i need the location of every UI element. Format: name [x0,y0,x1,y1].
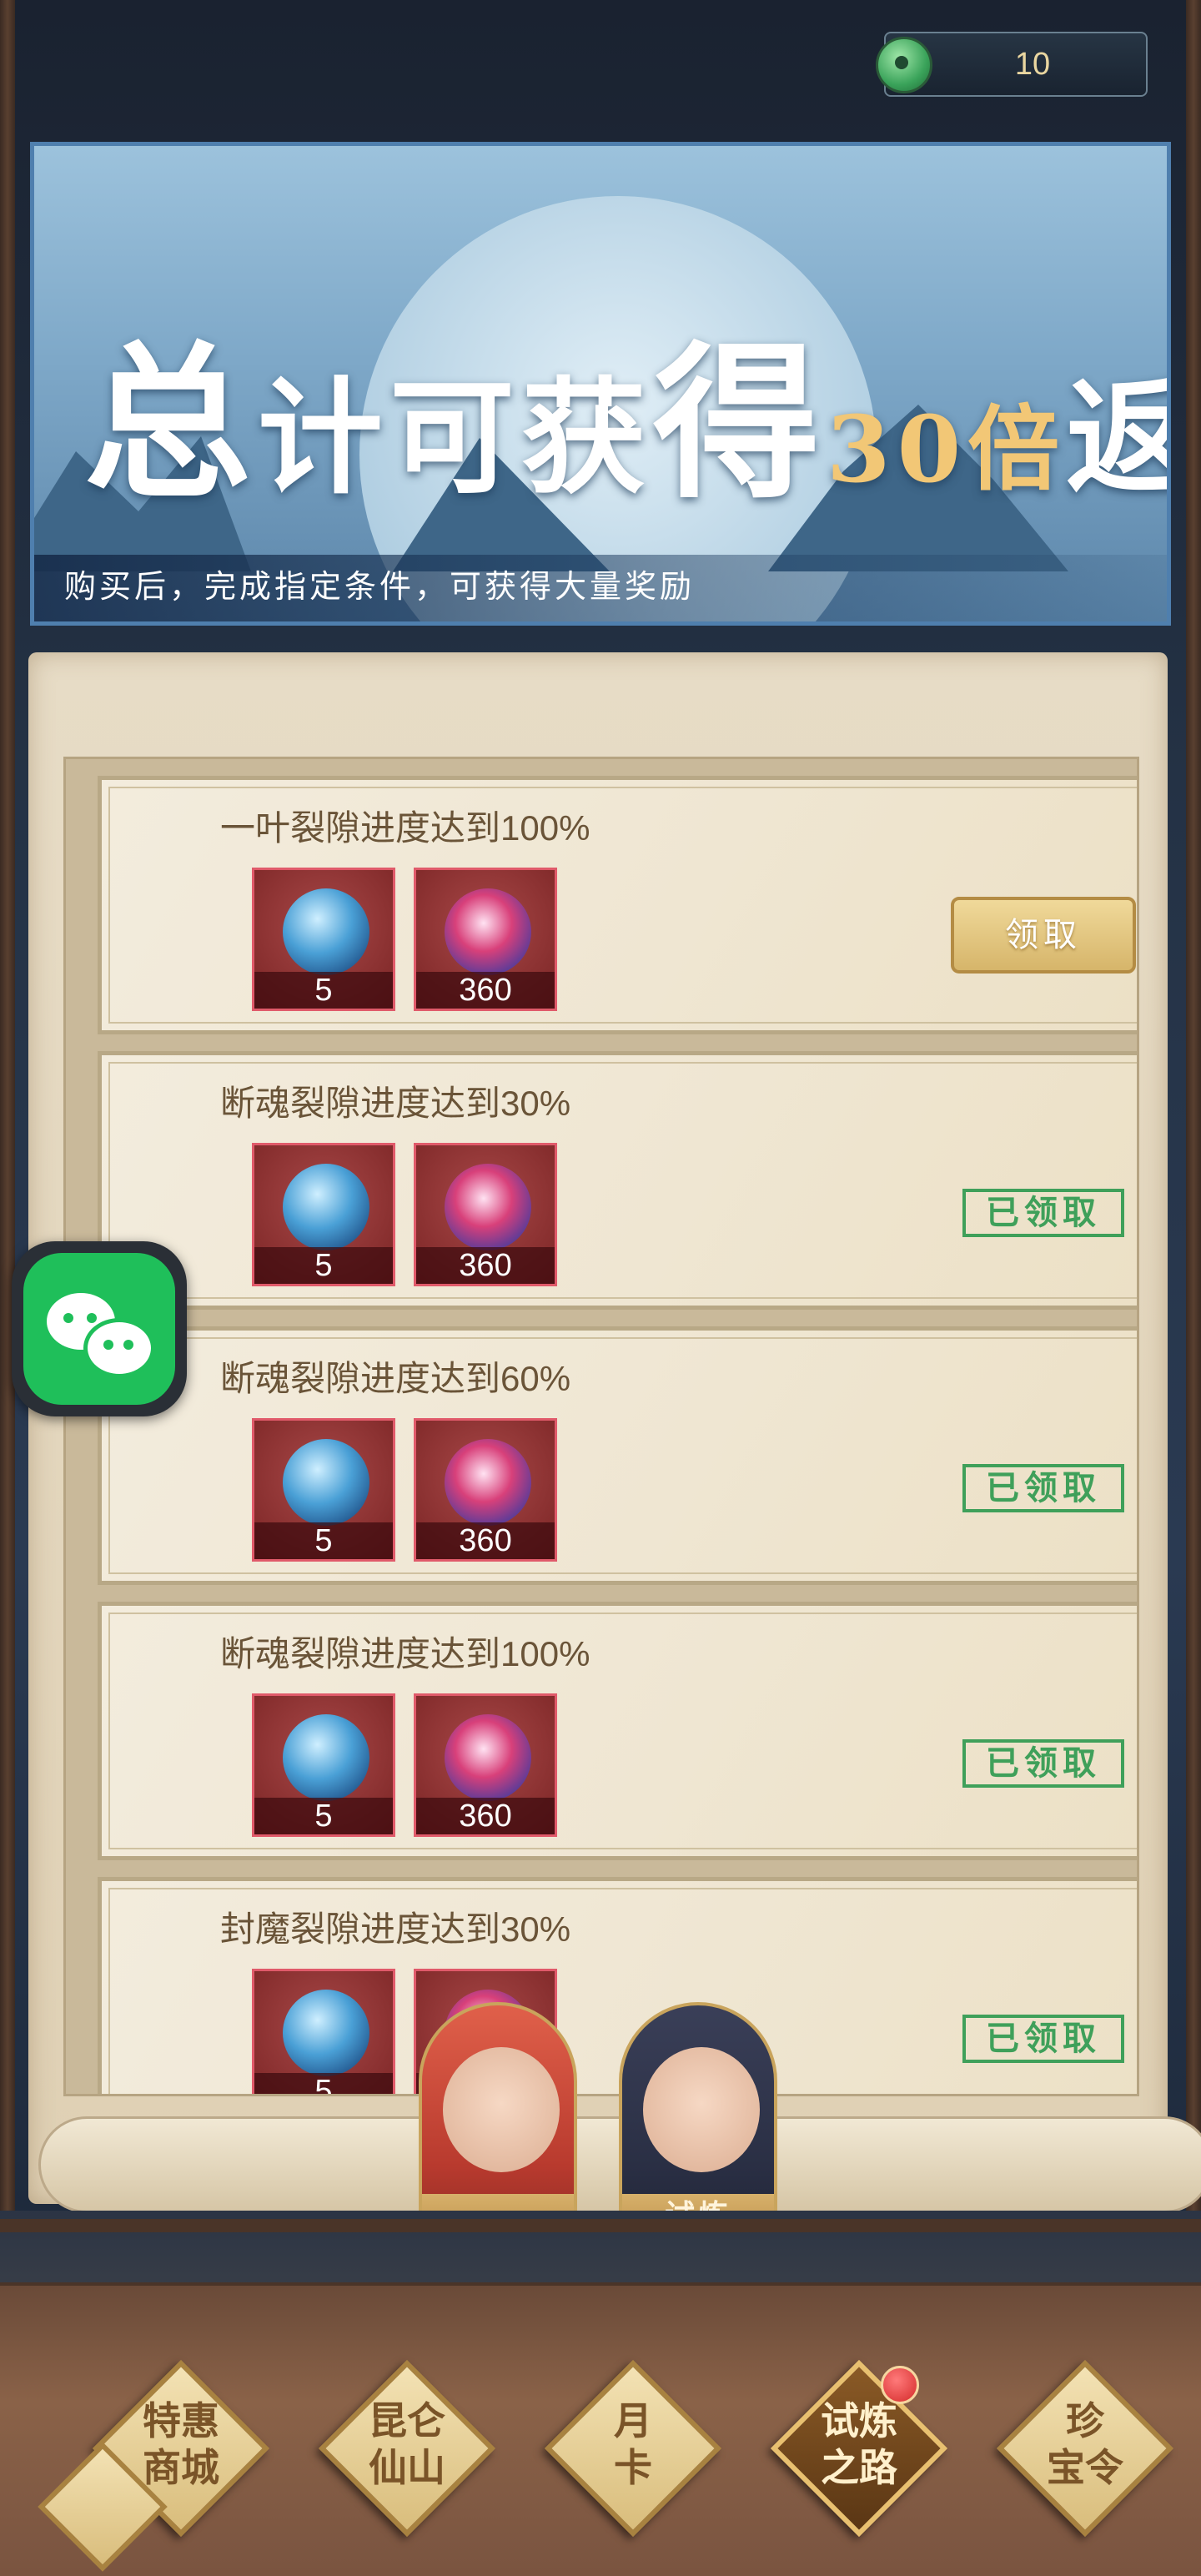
purple-orb-icon [445,1164,531,1250]
task-scroll-panel: 一叶裂隙进度达到100% 5 360 领取 断魂裂隙进度达到30% 5 360 … [28,652,1201,2213]
reward-qty: 360 [416,972,555,1009]
nav-label: 试炼 之路 [776,2397,942,2491]
nav-label-line: 仙山 [369,2445,445,2490]
blue-potion-icon [283,1164,369,1250]
blue-potion-icon [283,1439,369,1526]
banner-subtitle: 购买后，完成指定条件，可获得大量奖励 [64,568,696,605]
nav-label-line: 之路 [821,2445,897,2490]
blue-potion-icon [283,888,369,975]
task-title: 断魂裂隙进度达到100% [220,1634,590,1673]
nav-label-line: 商城 [143,2445,219,2490]
wechat-eye [87,1313,97,1323]
wechat-eye [123,1340,133,1350]
blue-potion-icon [283,1990,369,2076]
nav-label: 月卡 [550,2397,716,2491]
reward-qty: 5 [254,1798,393,1834]
nav-label-line: 昆仑 [369,2398,445,2443]
wechat-eye [103,1340,113,1350]
task-card: 一叶裂隙进度达到100% 5 360 领取 [98,776,1137,1034]
wechat-eye [63,1313,73,1323]
blue-potion-icon [283,1714,369,1801]
claim-button[interactable]: 领取 [951,897,1136,974]
banner-title-part: 30倍 [827,395,1067,503]
reward-item[interactable]: 5 [252,1693,395,1837]
reward-item[interactable]: 5 [252,868,395,1011]
reward-item[interactable]: 360 [414,868,557,1011]
reward-item[interactable]: 5 [252,1969,395,2094]
task-list[interactable]: 一叶裂隙进度达到100% 5 360 领取 断魂裂隙进度达到30% 5 360 … [63,757,1139,2096]
banner-title-part: 返利 [1066,365,1167,511]
task-card: 断魂裂隙进度达到100% 5 360 已领取 [98,1602,1137,1860]
nav-label: 昆仑 仙山 [324,2397,490,2491]
task-title: 断魂裂隙进度达到30% [220,1084,571,1123]
claimed-stamp: 已领取 [962,1739,1124,1788]
reward-qty: 5 [254,972,393,1009]
currency-value: 10 [1014,47,1051,82]
wechat-float-button[interactable] [12,1241,187,1416]
wechat-icon [23,1253,175,1405]
purple-orb-icon [445,888,531,975]
nav-label-line: 特惠 [143,2398,219,2443]
hero-portrait [443,2047,560,2172]
nav-label-line: 宝令 [1047,2445,1123,2490]
nav-label-line: 珍 [1066,2398,1104,2443]
claimed-stamp: 已领取 [962,1189,1124,1237]
task-card: 断魂裂隙进度达到60% 5 360 已领取 [98,1326,1137,1585]
task-card: 封魔裂隙进度达到30% 5 360 已领取 [98,1877,1137,2094]
task-title: 断魂裂隙进度达到60% [220,1359,571,1398]
reward-qty: 360 [416,1798,555,1834]
banner-title-part: 总 [84,325,259,521]
reward-item[interactable]: 5 [252,1143,395,1286]
claimed-stamp: 已领取 [962,1464,1124,1512]
task-title: 封魔裂隙进度达到30% [220,1909,571,1949]
task-title: 一叶裂隙进度达到100% [220,808,590,848]
frame-post-right [1186,0,1201,2252]
reward-item[interactable]: 360 [414,1693,557,1837]
task-card: 断魂裂隙进度达到30% 5 360 已领取 [98,1051,1137,1310]
reward-qty: 5 [254,2073,393,2094]
nav-label-line: 卡 [614,2445,652,2490]
reward-item[interactable]: 360 [414,1143,557,1286]
hero-portrait [643,2047,760,2172]
banner-title-part: 计可获 [258,365,654,511]
purple-orb-icon [445,1714,531,1801]
nav-label-line: 月 [614,2398,652,2443]
banner-title-part: 得 [653,325,827,521]
nav-label-line: 试炼 [821,2398,897,2443]
frame-post-left [0,0,15,2252]
nav-label: 珍宝令 [1002,2397,1168,2491]
reward-qty: 360 [416,1522,555,1559]
reward-item[interactable]: 360 [414,1418,557,1562]
purple-orb-icon [445,1439,531,1526]
reward-qty: 360 [416,1247,555,1284]
reward-qty: 5 [254,1522,393,1559]
claimed-stamp: 已领取 [962,2015,1124,2063]
currency-display[interactable]: 10 [876,32,1148,97]
wechat-bubble-small [83,1318,155,1378]
promo-banner: 总计可获得30倍返利 购买后，完成指定条件，可获得大量奖励 [30,142,1171,626]
banner-title: 总计可获得30倍返利 [84,288,1167,521]
reward-qty: 5 [254,1247,393,1284]
notification-dot [881,2366,919,2404]
reward-item[interactable]: 5 [252,1418,395,1562]
rail-bar [0,2219,1201,2232]
